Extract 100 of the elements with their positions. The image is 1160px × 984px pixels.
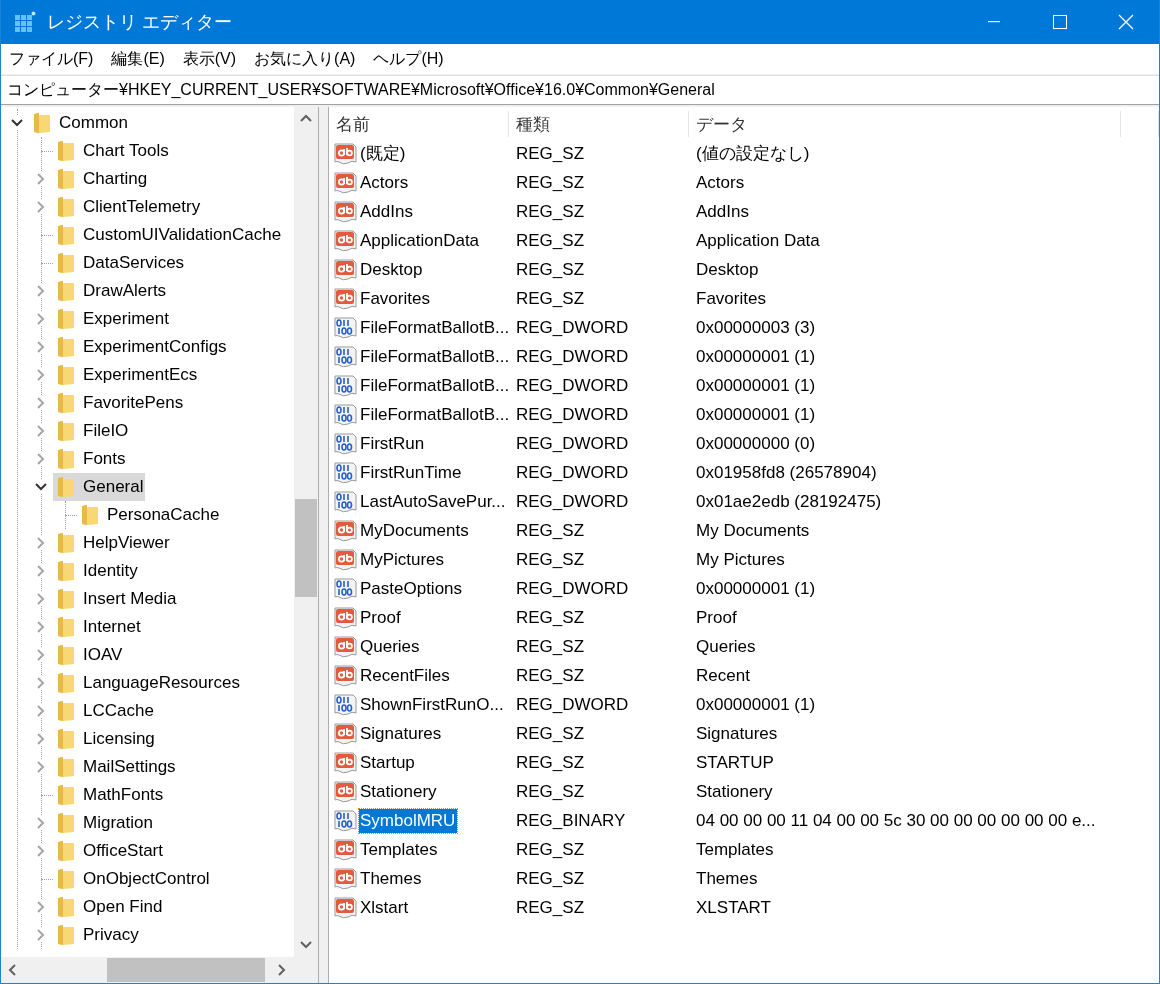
value-type: REG_SZ	[515, 839, 586, 860]
column-header[interactable]: 種類	[509, 111, 689, 137]
tree-item[interactable]: OnObjectControl	[53, 865, 212, 893]
value-name[interactable]: ApplicationData	[359, 228, 482, 253]
tree-item[interactable]: Privacy	[53, 921, 141, 949]
tree-item[interactable]: Common	[29, 109, 130, 137]
column-header[interactable]: データ	[689, 111, 1121, 137]
folder-icon	[57, 868, 75, 890]
folder-icon	[57, 840, 75, 862]
tree-item[interactable]: Identity	[53, 557, 140, 585]
value-type: REG_DWORD	[515, 578, 630, 599]
close-icon	[1118, 14, 1134, 30]
folder-icon	[57, 448, 75, 470]
tree-item[interactable]: HelpViewer	[53, 529, 172, 557]
menu-item[interactable]: 編集(E)	[105, 48, 171, 70]
value-type: REG_SZ	[515, 636, 586, 657]
scroll-thumb[interactable]	[295, 499, 317, 597]
tree-item[interactable]: Fonts	[53, 445, 128, 473]
value-name[interactable]: Templates	[359, 837, 440, 862]
menu-item[interactable]: ファイル(F)	[3, 48, 100, 70]
tree-item[interactable]: Licensing	[53, 725, 157, 753]
menu-item[interactable]: お気に入り(A)	[248, 48, 362, 70]
tree-item[interactable]: LanguageResources	[53, 669, 242, 697]
folder-icon	[57, 140, 75, 162]
value-name[interactable]: Stationery	[359, 779, 439, 804]
value-data: Application Data	[695, 230, 821, 251]
menu-item[interactable]: ヘルプ(H)	[367, 48, 450, 70]
folder-icon	[57, 644, 75, 666]
value-name[interactable]: FileFormatBallotB...	[359, 344, 512, 369]
value-name[interactable]: Startup	[359, 750, 417, 775]
value-name[interactable]: FirstRun	[359, 431, 427, 456]
value-name[interactable]: Desktop	[359, 257, 425, 282]
value-name[interactable]: Themes	[359, 866, 424, 891]
value-name[interactable]: LastAutoSavePur...	[359, 489, 508, 514]
maximize-icon	[1053, 15, 1067, 29]
value-data: Queries	[695, 636, 757, 657]
value-name[interactable]: MyDocuments	[359, 518, 471, 543]
menu-item[interactable]: 表示(V)	[176, 48, 243, 70]
vertical-scrollbar[interactable]	[294, 107, 318, 957]
value-name[interactable]: (既定)	[359, 140, 408, 167]
value-name[interactable]: FileFormatBallotB...	[359, 373, 512, 398]
tree-item[interactable]: General	[53, 473, 146, 501]
value-name[interactable]: Proof	[359, 605, 403, 630]
value-name[interactable]: Queries	[359, 634, 422, 659]
address-bar[interactable]: コンピューター¥HKEY_CURRENT_USER¥SOFTWARE¥Microsoft¥Office¥16.0¥Common¥General	[1, 75, 1159, 105]
tree-item[interactable]: FileIO	[53, 417, 131, 445]
folder-icon	[57, 784, 75, 806]
tree-item[interactable]: IOAV	[53, 641, 125, 669]
tree-item[interactable]: Charting	[53, 165, 150, 193]
folder-icon	[57, 728, 75, 750]
text-value-icon	[334, 664, 358, 687]
value-name[interactable]: Actors	[359, 170, 411, 195]
tree-item[interactable]: PersonaCache	[77, 501, 222, 529]
tree-item[interactable]: MailSettings	[53, 753, 178, 781]
value-data: Actors	[695, 172, 746, 193]
tree-item[interactable]: FavoritePens	[53, 389, 186, 417]
value-name[interactable]: ShownFirstRunO...	[359, 692, 506, 717]
folder-icon	[57, 252, 75, 274]
tree-item[interactable]: DataServices	[53, 249, 187, 277]
folder-icon	[57, 392, 75, 414]
value-name[interactable]: FileFormatBallotB...	[359, 315, 512, 340]
tree-item[interactable]: Insert Media	[53, 585, 179, 613]
value-data: Favorites	[695, 288, 767, 309]
value-type: REG_SZ	[515, 201, 586, 222]
tree-item[interactable]: Experiment	[53, 305, 171, 333]
tree-item[interactable]: Migration	[53, 809, 155, 837]
value-name[interactable]: Xlstart	[359, 895, 411, 920]
value-name[interactable]: Signatures	[359, 721, 444, 746]
tree-item[interactable]: ClientTelemetry	[53, 193, 203, 221]
text-value-icon	[334, 258, 358, 281]
tree-item[interactable]: MathFonts	[53, 781, 166, 809]
value-data: My Documents	[695, 520, 811, 541]
value-name[interactable]: RecentFiles	[359, 663, 452, 688]
text-value-icon	[334, 896, 358, 919]
tree-item[interactable]: DrawAlerts	[53, 277, 169, 305]
value-name[interactable]: MyPictures	[359, 547, 447, 572]
tree-item[interactable]: ExperimentEcs	[53, 361, 200, 389]
column-header[interactable]: 名前	[329, 111, 509, 137]
folder-icon	[57, 560, 75, 582]
value-name[interactable]: FileFormatBallotB...	[359, 402, 512, 427]
tree-item[interactable]: LCCache	[53, 697, 156, 725]
value-name[interactable]: Favorites	[359, 286, 432, 311]
value-data: 0x00000001 (1)	[695, 578, 817, 599]
minimize-icon	[988, 21, 1000, 23]
scroll-thumb[interactable]	[107, 958, 265, 982]
tree-item[interactable]: Open Find	[53, 893, 165, 921]
tree-item[interactable]: CustomUIValidationCache	[53, 221, 284, 249]
value-type: REG_DWORD	[515, 404, 630, 425]
value-data: 0x01958fd8 (26578904)	[695, 462, 878, 483]
tree-item[interactable]: Internet	[53, 613, 143, 641]
value-type: REG_DWORD	[515, 462, 630, 483]
tree-item[interactable]: Chart Tools	[53, 137, 171, 165]
value-name[interactable]: FirstRunTime	[359, 460, 464, 485]
value-name[interactable]: PasteOptions	[359, 576, 465, 601]
value-name[interactable]: SymbolMRU	[359, 808, 458, 833]
tree-item[interactable]: ExperimentConfigs	[53, 333, 229, 361]
value-name[interactable]: AddIns	[359, 199, 415, 224]
folder-icon	[57, 168, 75, 190]
value-data: Proof	[695, 607, 738, 628]
tree-item[interactable]: OfficeStart	[53, 837, 165, 865]
